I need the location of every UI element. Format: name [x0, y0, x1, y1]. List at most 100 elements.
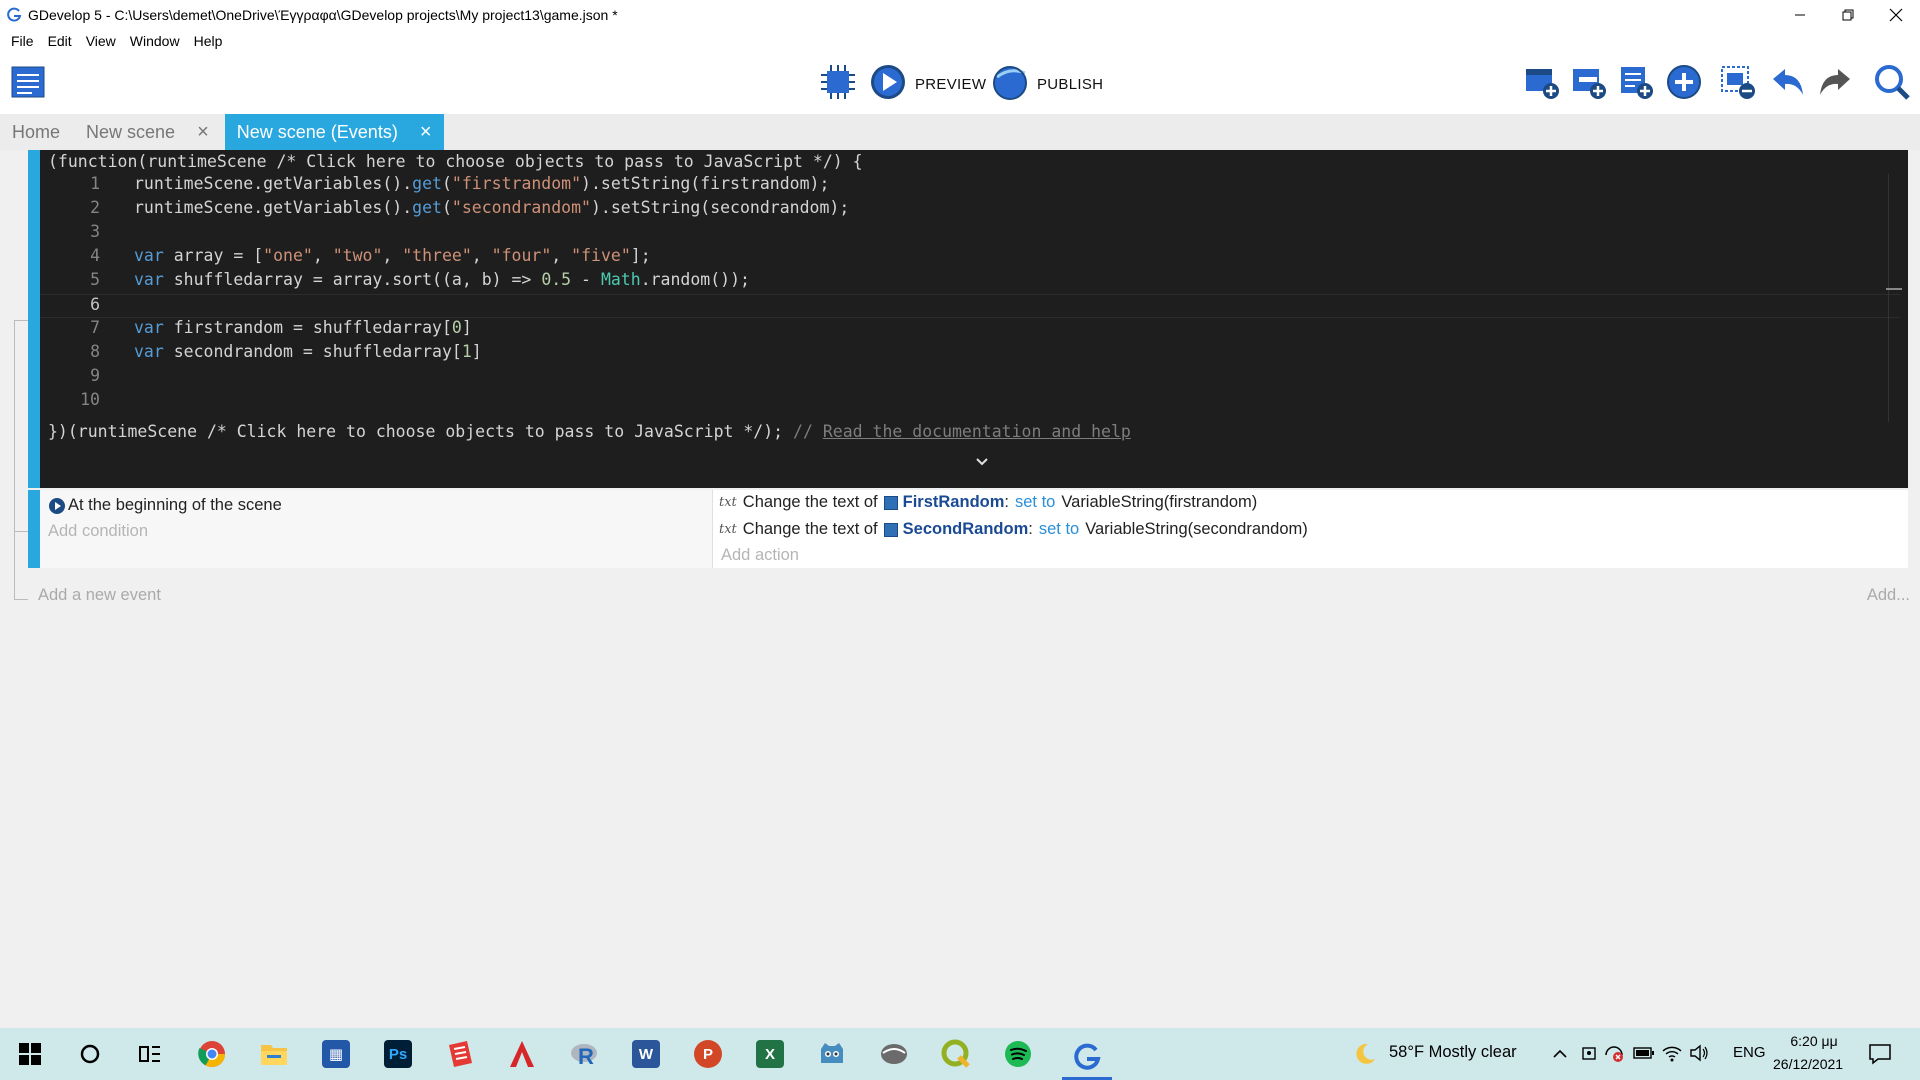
code-line[interactable]: 9 [40, 366, 1900, 390]
network-error-icon[interactable] [1603, 1043, 1625, 1063]
wifi-icon[interactable] [1661, 1043, 1683, 1063]
add-event-button[interactable] [1522, 62, 1562, 102]
function-footer-code[interactable]: })(runtimeScene /* Click here to choose … [48, 422, 793, 441]
publish-button[interactable] [990, 62, 1030, 102]
chevron-up-icon[interactable] [1551, 1045, 1569, 1063]
battery-icon[interactable] [1633, 1046, 1655, 1060]
taskbar-chrome[interactable] [194, 1036, 230, 1072]
add-other-button[interactable] [1664, 62, 1704, 102]
close-window-button[interactable] [1872, 0, 1920, 30]
taskbar-excel[interactable]: X [752, 1036, 788, 1072]
line-number: 10 [80, 390, 100, 409]
spotify-icon [1005, 1041, 1031, 1067]
search-button[interactable] [1872, 62, 1912, 102]
footer-comment-prefix: // [793, 422, 823, 441]
tab-new-scene[interactable]: New scene × [72, 114, 221, 150]
meet-now-icon[interactable] [1580, 1044, 1598, 1062]
gdevelop-logo-icon [7, 7, 22, 22]
taskbar-app-gray[interactable] [876, 1036, 912, 1072]
tab-bar: Home New scene × New scene (Events) × [0, 114, 1920, 150]
add-action-link[interactable]: Add action [721, 546, 799, 565]
acrobat-icon [510, 1041, 534, 1067]
search-button-taskbar[interactable] [72, 1036, 108, 1072]
preview-button[interactable] [868, 62, 908, 102]
taskbar-file-explorer[interactable] [256, 1036, 292, 1072]
publish-label[interactable]: PUBLISH [1037, 76, 1103, 93]
add-comment-button[interactable] [1616, 62, 1656, 102]
minimize-button[interactable] [1776, 0, 1824, 30]
toolbar: PREVIEW PUBLISH [0, 52, 1920, 114]
object-separator: : [1004, 493, 1009, 511]
documentation-link[interactable]: Read the documentation and help [823, 422, 1131, 441]
code-line[interactable]: 8 var secondrandom = shuffledarray[1] [40, 342, 1900, 366]
taskbar-acrobat[interactable] [504, 1036, 540, 1072]
clock-date[interactable]: 26/12/2021 [1773, 1056, 1843, 1072]
taskbar-photoshop[interactable]: Ps [380, 1036, 416, 1072]
menu-window[interactable]: Window [123, 33, 187, 49]
tab-new-scene-close-icon[interactable]: × [197, 121, 209, 144]
project-manager-button[interactable] [8, 62, 48, 102]
restore-button[interactable] [1824, 0, 1872, 30]
code-line[interactable]: 1 runtimeScene.getVariables().get("first… [40, 174, 1900, 198]
code-line[interactable]: 2 runtimeScene.getVariables().get("secon… [40, 198, 1900, 222]
add-more-link[interactable]: Add... [1867, 586, 1910, 605]
action-change-text-firstrandom[interactable]: txt Change the text of FirstRandom: set … [719, 493, 1257, 512]
condition-at-beginning-of-scene[interactable]: At the beginning of the scene [48, 496, 282, 515]
add-condition-link[interactable]: Add condition [48, 522, 148, 541]
taskbar-qgis[interactable] [938, 1036, 974, 1072]
task-view-button[interactable] [132, 1036, 168, 1072]
task-view-icon [139, 1046, 160, 1062]
taskbar-powerpoint[interactable]: P [690, 1036, 726, 1072]
code-line[interactable]: 5 var shuffledarray = array.sort((a, b) … [40, 270, 1900, 294]
store-icon: ▦ [322, 1040, 350, 1068]
standard-event[interactable]: At the beginning of the scene Add condit… [28, 490, 1908, 568]
conditions-column[interactable]: At the beginning of the scene Add condit… [40, 490, 713, 568]
taskbar-app-red[interactable] [442, 1036, 478, 1072]
taskbar-r[interactable]: R [566, 1036, 602, 1072]
notifications-icon[interactable] [1868, 1042, 1892, 1066]
tab-new-scene-events[interactable]: New scene (Events) × [224, 114, 444, 150]
function-header[interactable]: (function(runtimeScene /* Click here to … [48, 152, 863, 171]
taskbar: ▦ Ps R W P X 58°F Mostly clear ENG 6:20 … [0, 1028, 1920, 1080]
undo-button[interactable] [1768, 62, 1808, 102]
taskbar-gdevelop[interactable] [1062, 1036, 1112, 1080]
excel-icon: X [756, 1040, 784, 1068]
menu-edit[interactable]: Edit [41, 33, 79, 49]
weather-text[interactable]: 58°F Mostly clear [1389, 1043, 1517, 1062]
code-line[interactable]: 7 var firstrandom = shuffledarray[0] [40, 318, 1900, 342]
action-change-text-secondrandom[interactable]: txt Change the text of SecondRandom: set… [719, 520, 1308, 539]
gray-app-icon [881, 1044, 907, 1064]
menu-help[interactable]: Help [187, 33, 230, 49]
word-icon: W [632, 1040, 660, 1068]
editor-scrollbar-thumb[interactable] [1886, 288, 1902, 290]
code-line[interactable]: 4 var array = ["one", "two", "three", "f… [40, 246, 1900, 270]
tab-home[interactable]: Home [0, 114, 72, 150]
volume-icon[interactable] [1688, 1043, 1710, 1063]
code-text: var firstrandom = shuffledarray[0] [134, 318, 472, 337]
start-button[interactable] [12, 1036, 48, 1072]
menu-file[interactable]: File [4, 33, 41, 49]
taskbar-godot[interactable] [814, 1036, 850, 1072]
taskbar-word[interactable]: W [628, 1036, 664, 1072]
clock-time[interactable]: 6:20 μμ [1787, 1033, 1841, 1049]
tab-new-scene-events-close-icon[interactable]: × [420, 121, 432, 144]
preview-label[interactable]: PREVIEW [915, 76, 986, 93]
language-indicator[interactable]: ENG [1733, 1044, 1766, 1061]
code-line-current[interactable]: 6 [40, 294, 1900, 318]
delete-selection-button[interactable] [1718, 62, 1758, 102]
menu-view[interactable]: View [79, 33, 123, 49]
chevron-down-icon[interactable] [972, 452, 992, 472]
debugger-button[interactable] [818, 62, 858, 102]
add-sub-event-button[interactable] [1569, 62, 1609, 102]
taskbar-spotify[interactable] [1000, 1036, 1036, 1072]
taskbar-store[interactable]: ▦ [318, 1036, 354, 1072]
action-prefix: Change the text of [742, 520, 878, 538]
redo-button[interactable] [1815, 62, 1855, 102]
actions-column[interactable]: txt Change the text of FirstRandom: set … [713, 490, 1908, 568]
code-line[interactable]: 10 [40, 390, 1900, 414]
code-line[interactable]: 3 [40, 222, 1900, 246]
restore-icon [1842, 9, 1854, 21]
event-tree-line [14, 320, 15, 600]
editor-scrollbar[interactable] [1886, 174, 1902, 422]
add-new-event-link[interactable]: Add a new event [38, 586, 161, 605]
